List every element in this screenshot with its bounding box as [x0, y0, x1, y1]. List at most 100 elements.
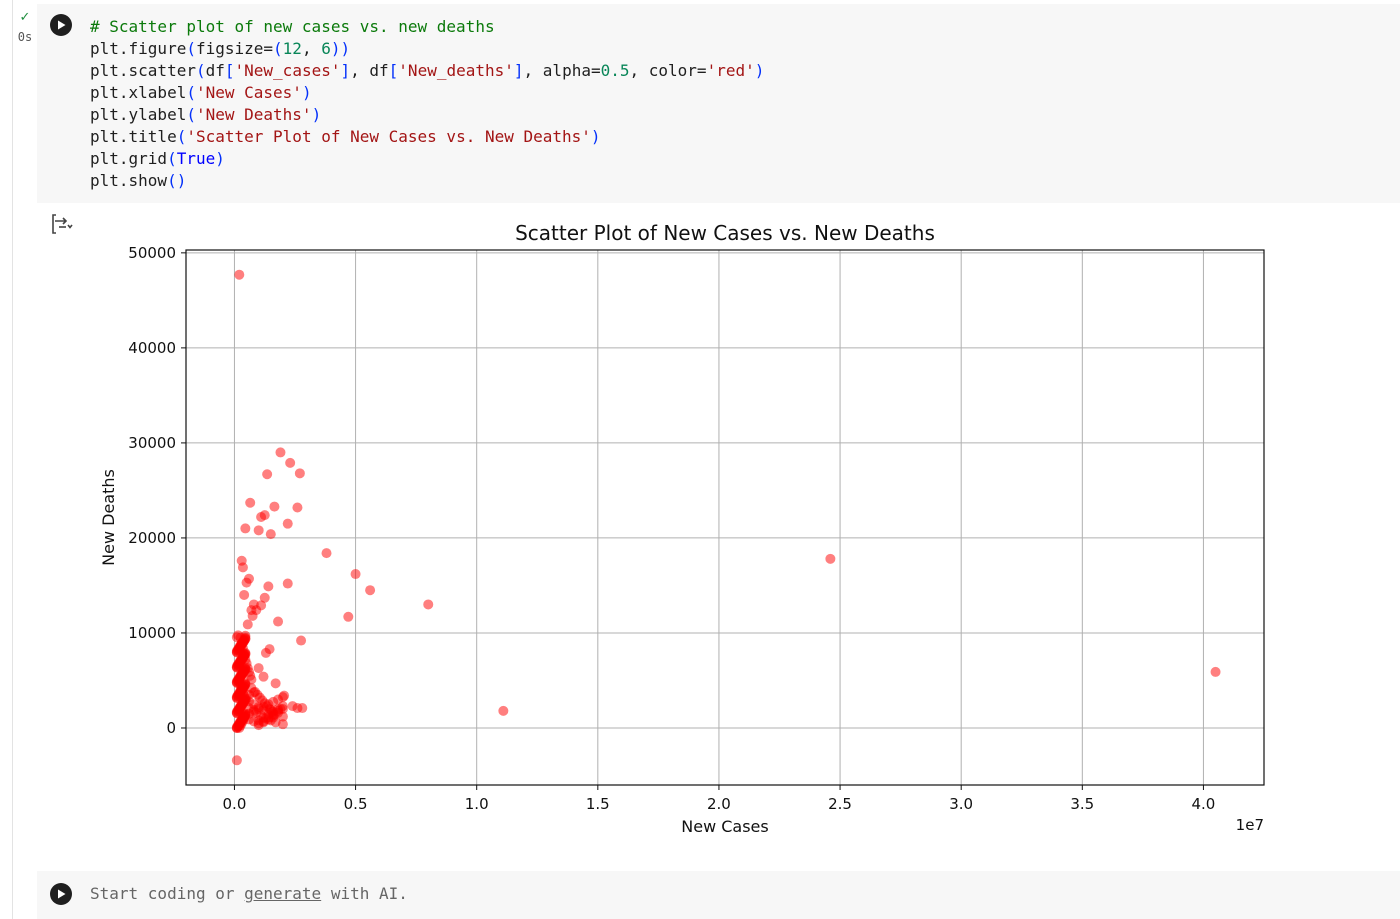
cell-status: ✓ 0s — [14, 9, 36, 45]
scatter-point — [245, 497, 256, 508]
scatter-point — [285, 457, 296, 468]
x-tick-label: 3.0 — [949, 795, 973, 813]
scatter-point — [234, 269, 245, 280]
scatter-point — [282, 578, 293, 589]
code-token: , — [301, 39, 322, 58]
scatter-point — [243, 573, 254, 584]
code-line: plt.show() — [90, 170, 764, 192]
scatter-point — [246, 605, 257, 616]
scatter-point — [231, 755, 242, 766]
code-token: plt.scatter — [90, 61, 196, 80]
play-icon — [51, 884, 71, 904]
code-token: 'Scatter Plot of New Cases vs. New Death… — [186, 127, 591, 146]
scatter-point — [265, 529, 276, 540]
code-token: 'New Deaths' — [195, 105, 312, 124]
scatter-point — [825, 553, 836, 564]
code-token: , color= — [629, 61, 707, 80]
scatter-point — [256, 600, 267, 611]
code-token: plt.ylabel — [90, 105, 187, 124]
output-toggle-button[interactable] — [50, 212, 74, 236]
code-token: ( — [176, 127, 187, 146]
scatter-point — [270, 678, 281, 689]
scatter-point — [350, 569, 361, 580]
code-token: ) — [311, 105, 322, 124]
code-token: ) — [215, 149, 225, 168]
code-token: True — [176, 149, 216, 168]
scatter-point — [498, 705, 509, 716]
code-token: 12 — [282, 39, 302, 58]
code-token: ( — [186, 39, 196, 58]
scatter-point — [277, 692, 288, 703]
scatter-point — [292, 502, 303, 513]
code-token: [ — [224, 61, 235, 80]
scatter-point — [365, 585, 376, 596]
code-token: df — [205, 61, 225, 80]
scatter-point — [321, 548, 332, 559]
run-cell-button[interactable] — [50, 883, 72, 905]
code-line: plt.ylabel('New Deaths') — [90, 104, 764, 126]
code-token: ) — [590, 127, 601, 146]
scatter-point — [260, 647, 271, 658]
y-tick-label: 0 — [166, 719, 176, 737]
code-token: ) — [754, 61, 765, 80]
code-token: ( — [167, 149, 177, 168]
code-token: 'red' — [706, 61, 755, 80]
code-token: ] — [513, 61, 524, 80]
check-icon: ✓ — [19, 9, 31, 24]
y-axis-label: New Deaths — [99, 469, 118, 566]
y-tick-label: 10000 — [128, 624, 176, 642]
scatter-point — [275, 447, 286, 458]
code-token: plt.figure — [90, 39, 187, 58]
placeholder-text: Start coding or — [90, 884, 245, 903]
code-cell[interactable]: # Scatter plot of new cases vs. new deat… — [37, 4, 1400, 203]
code-token: , alpha= — [523, 61, 601, 80]
scatter-point — [277, 703, 288, 714]
code-line: plt.scatter(df['New_cases'], df['New_dea… — [90, 60, 764, 82]
code-token: , df — [350, 61, 389, 80]
code-token: ( — [195, 61, 206, 80]
code-token: ) — [301, 83, 312, 102]
code-line: plt.xlabel('New Cases') — [90, 82, 764, 104]
code-editor[interactable]: # Scatter plot of new cases vs. new deat… — [90, 16, 764, 192]
code-token: ( — [186, 83, 196, 102]
scatter-point — [262, 469, 273, 480]
y-tick-label: 20000 — [128, 529, 176, 547]
code-line: plt.title('Scatter Plot of New Cases vs.… — [90, 126, 764, 148]
play-icon — [51, 15, 71, 35]
y-tick-label: 40000 — [128, 339, 176, 357]
x-tick-label: 4.0 — [1192, 795, 1216, 813]
x-tick-label: 0.5 — [344, 795, 368, 813]
x-tick-label: 0.0 — [223, 795, 247, 813]
code-token: () — [167, 171, 187, 190]
execution-time: 0s — [17, 30, 33, 44]
x-axis-offset-label: 1e7 — [1236, 816, 1264, 834]
output-toggle-icon — [52, 214, 73, 234]
code-line: # Scatter plot of new cases vs. new deat… — [90, 16, 764, 38]
run-cell-button[interactable] — [50, 14, 72, 36]
scatter-point — [294, 468, 305, 479]
scatter-point — [233, 630, 244, 641]
scatter-point — [253, 525, 264, 536]
scatter-point — [296, 635, 307, 646]
generate-link[interactable]: generate — [244, 884, 321, 903]
x-tick-label: 1.0 — [465, 795, 489, 813]
code-token: # Scatter plot of new cases vs. new deat… — [90, 17, 495, 36]
cell-placeholder[interactable]: Start coding or generate with AI. — [90, 884, 408, 903]
y-tick-label: 30000 — [128, 434, 176, 452]
code-token: 'New_cases' — [234, 61, 341, 80]
code-token: ( — [273, 39, 283, 58]
scatter-point — [263, 581, 274, 592]
scatter-chart: 0.0 0.5 1.0 1.5 2.0 2.5 3.0 3.5 4.0 0 10000 20000 30… — [99, 221, 1265, 836]
code-token: ] — [340, 61, 351, 80]
code-token: 'New Cases' — [195, 83, 302, 102]
scatter-point — [343, 611, 354, 622]
code-line: plt.grid(True) — [90, 148, 764, 170]
code-token: 6 — [321, 39, 331, 58]
x-axis-label: New Cases — [681, 817, 768, 836]
empty-code-cell[interactable]: Start coding or generate with AI. — [37, 871, 1400, 919]
chart-title: Scatter Plot of New Cases vs. New Deaths — [515, 221, 935, 245]
grid-lines — [186, 250, 1264, 785]
placeholder-text-end: with AI. — [321, 884, 408, 903]
notebook-left-border — [12, 0, 13, 919]
scatter-point — [242, 619, 253, 630]
